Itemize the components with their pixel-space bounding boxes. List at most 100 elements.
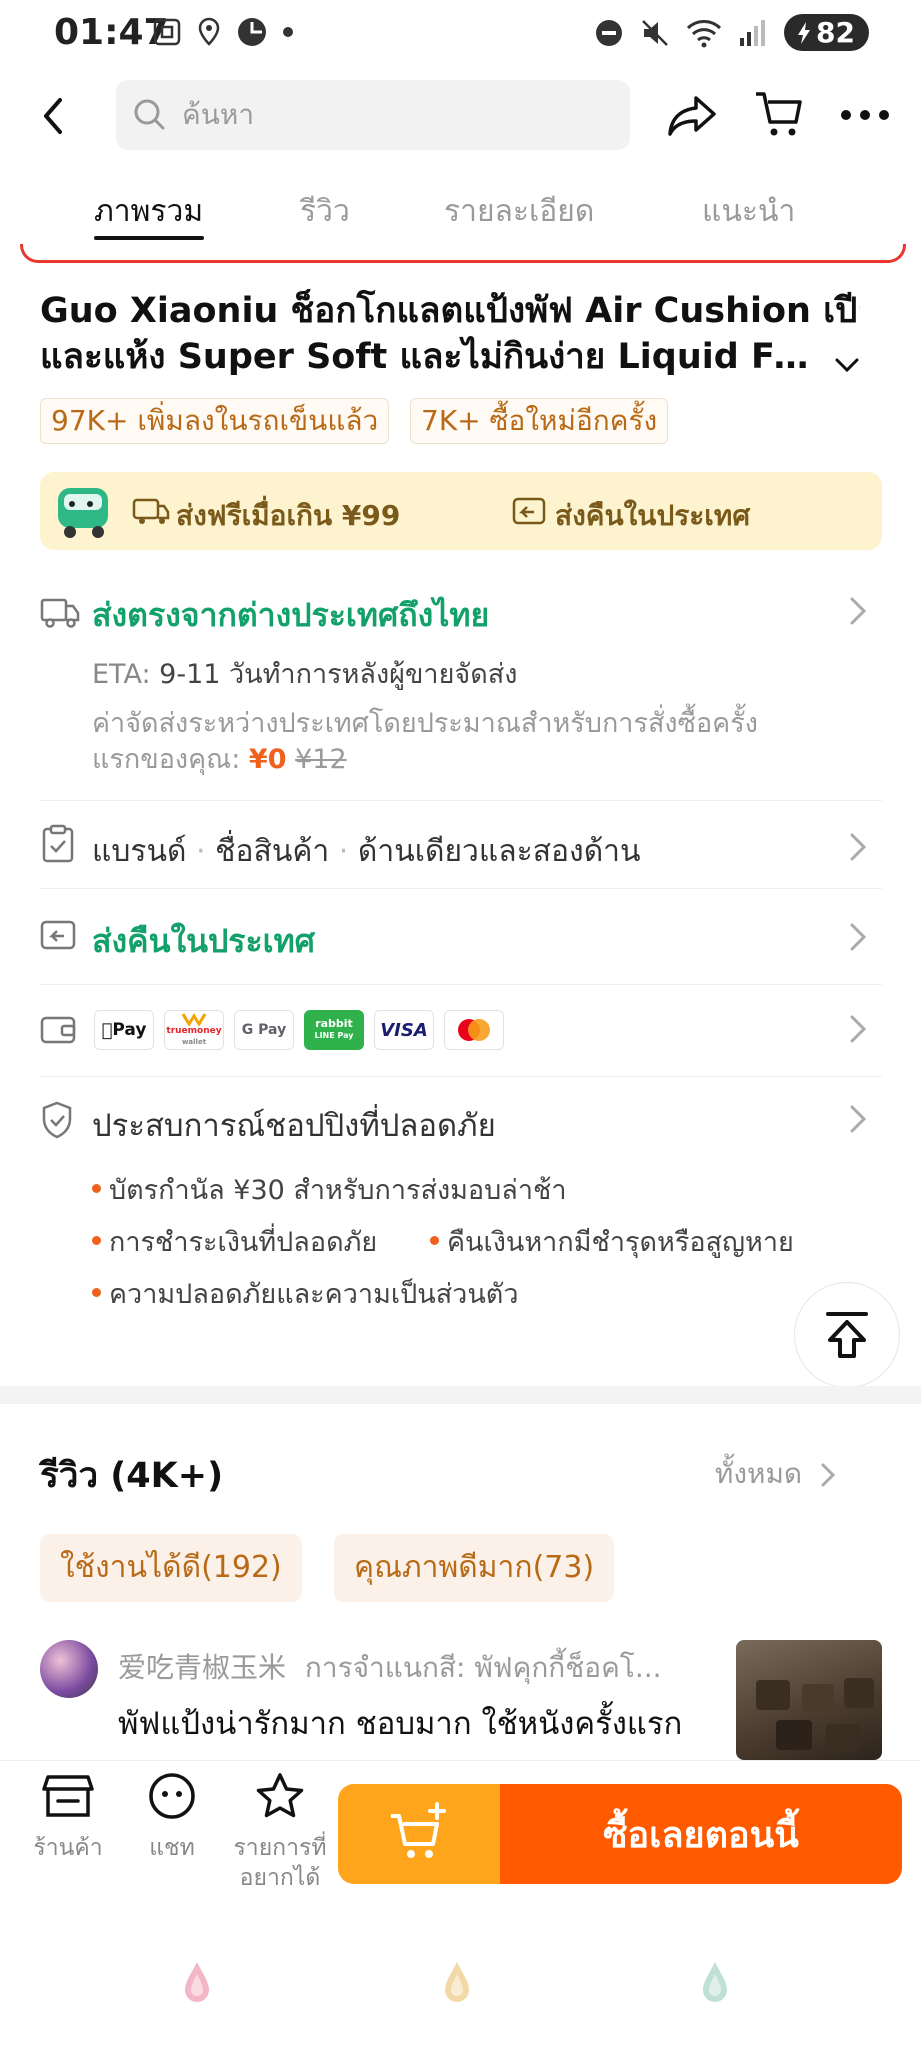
safety-section[interactable]: ประสบการณ์ชอปปิงที่ปลอดภัย บัตรกำนัล ¥30… (0, 1078, 921, 1378)
signal-icon (740, 19, 766, 46)
spec-separator: · (338, 834, 349, 869)
back-button[interactable] (36, 94, 72, 142)
nav-drop-icon[interactable] (700, 1960, 730, 2004)
return-icon (512, 497, 546, 525)
tab-recommend[interactable]: แนะนำ (702, 188, 795, 235)
review-username: 爱吃青椒玉米 (118, 1651, 287, 1684)
buy-now-button[interactable]: ซื้อเลยตอนนี้ (500, 1784, 902, 1884)
share-icon (668, 96, 716, 136)
share-button[interactable] (666, 92, 718, 144)
safety-bullet: คืนเงินหากมีชำรุดหรือสูญหาย (430, 1220, 794, 1263)
cart-count-badge: 97K+ เพิ่มลงในรถเข็นแล้ว (40, 398, 390, 444)
review-tag[interactable]: ใช้งานได้ดี(192) (40, 1534, 302, 1602)
shipping-fee-was: ¥12 (295, 744, 347, 775)
truck-icon (40, 598, 80, 628)
wishlist-label-line2: อยากได้ (239, 1865, 321, 1891)
tab-overview[interactable]: ภาพรวม (94, 188, 203, 235)
section-separator (0, 1386, 921, 1404)
shipping-fee-line1: ค่าจัดส่งระหว่างประเทศโดยประมาณสำหรับการ… (92, 708, 758, 739)
returns-row[interactable]: ส่งคืนในประเทศ (0, 890, 921, 984)
expand-title-button[interactable] (832, 350, 862, 384)
spec-sides: ด้านเดียวและสองด้าน (357, 834, 641, 869)
divider (40, 1076, 882, 1077)
free-shipping-icon (132, 498, 170, 524)
rabbit-sub: LINE Pay (314, 1031, 354, 1040)
clipboard-icon (42, 824, 74, 863)
safety-bullet: บัตรกำนัล ¥30 สำหรับการส่งมอบล่าช้า (92, 1168, 566, 1211)
spec-separator: · (196, 834, 206, 869)
specs-row[interactable]: แบรนด์ · ชื่อสินค้า · ด้านเดียวและสองด้า… (0, 802, 921, 890)
chevron-right-icon (821, 1463, 836, 1487)
google-pay-logo: G Pay (234, 1010, 294, 1050)
spec-brand: แบรนด์ (92, 834, 187, 869)
reviews-all-label: ทั้งหมด (714, 1457, 803, 1490)
tab-underline (94, 236, 204, 240)
reviews-all-link[interactable]: ทั้งหมด (715, 1452, 839, 1496)
rabbit-text: rabbit (315, 1017, 353, 1030)
add-to-cart-button[interactable] (338, 1784, 500, 1884)
divider (40, 800, 882, 801)
nav-drop-icon[interactable] (182, 1960, 212, 2004)
star-icon (256, 1773, 304, 1818)
location-icon (198, 17, 220, 46)
nav-drop-icon[interactable] (442, 1960, 472, 2004)
banner-edge (20, 244, 906, 263)
tab-reviews[interactable]: รีวิว (300, 188, 350, 235)
specs-text: แบรนด์ · ชื่อสินค้า · ด้านเดียวและสองด้า… (92, 828, 641, 875)
battery-icon: 82 (784, 14, 869, 51)
arrow-up-icon (826, 1312, 868, 1358)
search-placeholder: ค้นหา (182, 98, 255, 131)
safety-bullet: การชำระเงินที่ปลอดภัย (92, 1220, 377, 1263)
shipping-section[interactable]: ส่งตรงจากต่างประเทศถึงไทย ETA: 9-11 วันท… (0, 580, 921, 780)
more-icon (841, 110, 889, 120)
return-box-icon (40, 920, 76, 950)
returns-title: ส่งคืนในประเทศ (92, 922, 315, 960)
divider (40, 888, 882, 889)
eta-value: 9-11 วันทำการหลังผู้ขายจัดส่ง (159, 659, 518, 690)
chevron-right-icon (850, 833, 867, 861)
chevron-down-icon (835, 358, 859, 373)
status-icons-right: 82 (594, 14, 869, 51)
review-tag[interactable]: คุณภาพดีมาก(73) (334, 1534, 615, 1602)
wifi-icon (686, 19, 722, 47)
spec-product-name: ชื่อสินค้า (215, 834, 330, 869)
shield-icon (42, 1101, 72, 1139)
google-pay-text: G Pay (241, 1022, 287, 1038)
store-button[interactable]: ร้านค้า (20, 1771, 116, 1863)
store-icon (42, 1775, 94, 1817)
safety-bullet: ความปลอดภัยและความเป็นส่วนตัว (92, 1272, 518, 1315)
shipping-title: ส่งตรงจากต่างประเทศถึงไทย (92, 596, 490, 634)
wishlist-button[interactable]: รายการที่ อยากได้ (230, 1771, 330, 1893)
visa-text: VISA (380, 1019, 428, 1041)
search-icon (134, 99, 165, 130)
cart-button[interactable] (752, 88, 804, 144)
shipping-fee-prefix: แรกของคุณ: (92, 744, 241, 775)
apple-pay-logo: Pay (94, 1010, 154, 1050)
visa-logo: VISA (374, 1010, 434, 1050)
mute-icon (642, 19, 668, 46)
chat-button[interactable]: แชท (124, 1771, 220, 1863)
avatar[interactable] (40, 1640, 98, 1698)
cart-plus-icon (391, 1802, 446, 1858)
mastercard-logo (444, 1010, 504, 1050)
app-icon (238, 18, 266, 46)
screenshot-icon (153, 18, 181, 46)
reviews-title: รีวิว (4K+) (40, 1456, 224, 1496)
free-shipping-text: ส่งฟรีเมื่อเกิน ¥99 (176, 499, 401, 532)
product-title: Guo Xiaoniu ช็อกโกแลตแป้งพัฟ Air Cushion… (40, 288, 860, 380)
rebuy-count-badge: 7K+ ซื้อใหม่อีกครั้ง (410, 398, 669, 444)
shipping-fee: ค่าจัดส่งระหว่างประเทศโดยประมาณสำหรับการ… (92, 706, 852, 778)
eta-row: ETA: 9-11 วันทำการหลังผู้ขายจัดส่ง (92, 652, 517, 695)
wishlist-label-line1: รายการที่ (233, 1835, 327, 1861)
promo-banner[interactable]: ส่งฟรีเมื่อเกิน ¥99 ส่งคืนในประเทศ (40, 472, 882, 550)
back-to-top-button[interactable] (794, 1282, 900, 1388)
chevron-right-icon (850, 1015, 867, 1043)
review-image[interactable] (736, 1640, 882, 1760)
review-text: พัฟแป้งน่ารักมาก ชอบมาก ใช้หนังครั้งแรก (118, 1706, 683, 1742)
rabbit-line-pay-logo: rabbit LINE Pay (304, 1010, 364, 1050)
tab-details[interactable]: รายละเอียด (444, 188, 594, 235)
delivery-truck-mascot-icon (58, 488, 108, 538)
search-input[interactable]: ค้นหา (116, 80, 630, 150)
more-button[interactable] (838, 100, 892, 134)
product-title-line1: Guo Xiaoniu ช็อกโกแลตแป้งพัฟ Air Cushion… (40, 291, 860, 331)
